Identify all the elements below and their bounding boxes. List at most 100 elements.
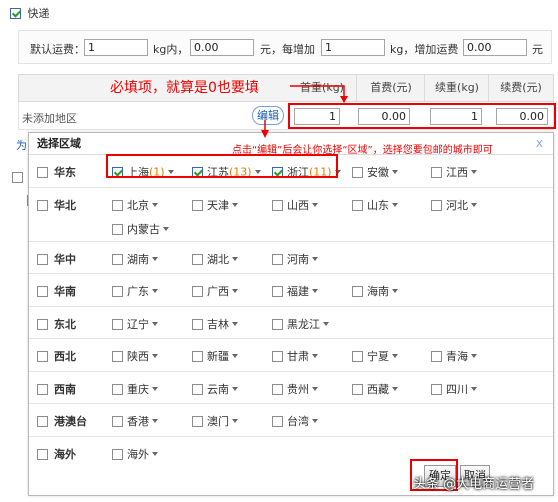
region-checkbox[interactable] [37, 448, 48, 460]
region-checkbox[interactable] [37, 415, 48, 427]
province-option[interactable]: 湖北 [192, 251, 238, 267]
chevron-down-icon[interactable] [152, 289, 158, 293]
province-option[interactable]: 北京 [112, 197, 158, 213]
chevron-down-icon[interactable] [312, 257, 318, 261]
region-option[interactable]: 东北 [37, 316, 76, 332]
province-checkbox[interactable] [192, 253, 203, 265]
chevron-down-icon[interactable] [323, 322, 329, 326]
province-option[interactable]: 湖南 [112, 251, 158, 267]
chevron-down-icon[interactable] [152, 452, 158, 456]
region-checkbox[interactable] [37, 318, 48, 330]
chevron-down-icon[interactable] [152, 419, 158, 423]
chevron-down-icon[interactable] [471, 203, 477, 207]
region-option[interactable]: 华北 [37, 197, 76, 213]
province-option[interactable]: 海外 [112, 446, 158, 462]
province-checkbox[interactable] [112, 383, 123, 395]
province-checkbox[interactable] [112, 448, 123, 460]
chevron-down-icon[interactable] [152, 354, 158, 358]
province-option[interactable]: 吉林 [192, 316, 238, 332]
province-option[interactable]: 香港 [112, 413, 158, 429]
province-option[interactable]: 河北 [431, 197, 477, 213]
partial-link[interactable]: 为 [16, 137, 27, 153]
province-checkbox[interactable] [272, 318, 283, 330]
chevron-down-icon[interactable] [152, 387, 158, 391]
chevron-down-icon[interactable] [152, 203, 158, 207]
province-checkbox[interactable] [272, 285, 283, 297]
province-option[interactable]: 江西 [431, 164, 477, 180]
province-option[interactable]: 山东 [352, 197, 398, 213]
province-option[interactable]: 安徽 [352, 164, 398, 180]
province-checkbox[interactable] [272, 415, 283, 427]
region-option[interactable]: 海外 [37, 446, 76, 462]
province-option[interactable]: 西藏 [352, 381, 398, 397]
close-mark[interactable]: X [536, 139, 543, 150]
province-checkbox[interactable] [431, 383, 442, 395]
region-checkbox[interactable] [37, 253, 48, 265]
region-option[interactable]: 西南 [37, 381, 76, 397]
province-option[interactable]: 重庆 [112, 381, 158, 397]
chevron-down-icon[interactable] [232, 354, 238, 358]
province-checkbox[interactable] [352, 350, 363, 362]
province-option[interactable]: 河南 [272, 251, 318, 267]
province-checkbox[interactable] [272, 383, 283, 395]
chevron-down-icon[interactable] [232, 203, 238, 207]
region-option[interactable]: 西北 [37, 348, 76, 364]
region-option[interactable]: 港澳台 [37, 413, 87, 429]
province-option[interactable]: 黑龙江 [272, 316, 329, 332]
province-checkbox[interactable] [272, 253, 283, 265]
province-checkbox[interactable] [352, 199, 363, 211]
chevron-down-icon[interactable] [163, 227, 169, 231]
province-checkbox[interactable] [112, 285, 123, 297]
province-checkbox[interactable] [192, 415, 203, 427]
region-option[interactable]: 华东 [37, 164, 76, 180]
chevron-down-icon[interactable] [392, 170, 398, 174]
bg-checkbox-1[interactable] [12, 171, 23, 183]
chevron-down-icon[interactable] [471, 354, 477, 358]
province-option[interactable]: 新疆 [192, 348, 238, 364]
province-checkbox[interactable] [431, 350, 442, 362]
province-option[interactable]: 四川 [431, 381, 477, 397]
chevron-down-icon[interactable] [392, 203, 398, 207]
chevron-down-icon[interactable] [232, 387, 238, 391]
province-option[interactable]: 天津 [192, 197, 238, 213]
province-checkbox[interactable] [431, 199, 442, 211]
chevron-down-icon[interactable] [152, 322, 158, 326]
express-checkbox[interactable] [10, 7, 21, 19]
province-option[interactable]: 陕西 [112, 348, 158, 364]
chevron-down-icon[interactable] [312, 387, 318, 391]
province-option[interactable]: 海南 [352, 283, 398, 299]
additional-fee-input[interactable]: 0.00 [463, 39, 527, 56]
province-option[interactable]: 贵州 [272, 381, 318, 397]
province-checkbox[interactable] [192, 199, 203, 211]
province-checkbox[interactable] [272, 199, 283, 211]
chevron-down-icon[interactable] [471, 387, 477, 391]
chevron-down-icon[interactable] [232, 322, 238, 326]
chevron-down-icon[interactable] [392, 387, 398, 391]
province-option[interactable]: 宁夏 [352, 348, 398, 364]
edit-link[interactable]: 编辑 [252, 106, 284, 125]
province-option[interactable]: 广东 [112, 283, 158, 299]
region-option[interactable]: 华中 [37, 251, 76, 267]
region-checkbox[interactable] [37, 383, 48, 395]
chevron-down-icon[interactable] [232, 419, 238, 423]
chevron-down-icon[interactable] [312, 419, 318, 423]
province-checkbox[interactable] [272, 350, 283, 362]
province-checkbox[interactable] [352, 166, 363, 178]
chevron-down-icon[interactable] [232, 289, 238, 293]
region-checkbox[interactable] [37, 199, 48, 211]
province-checkbox[interactable] [431, 166, 442, 178]
province-checkbox[interactable] [112, 415, 123, 427]
province-checkbox[interactable] [112, 318, 123, 330]
province-option[interactable]: 山西 [272, 197, 318, 213]
province-checkbox[interactable] [112, 350, 123, 362]
province-option[interactable]: 澳门 [192, 413, 238, 429]
chevron-down-icon[interactable] [312, 203, 318, 207]
express-checkbox-row[interactable]: 快递 [10, 5, 50, 21]
chevron-down-icon[interactable] [471, 170, 477, 174]
province-option[interactable]: 福建 [272, 283, 318, 299]
province-checkbox[interactable] [112, 253, 123, 265]
region-option[interactable]: 华南 [37, 283, 76, 299]
province-option[interactable]: 青海 [431, 348, 477, 364]
chevron-down-icon[interactable] [312, 289, 318, 293]
province-option[interactable]: 辽宁 [112, 316, 158, 332]
